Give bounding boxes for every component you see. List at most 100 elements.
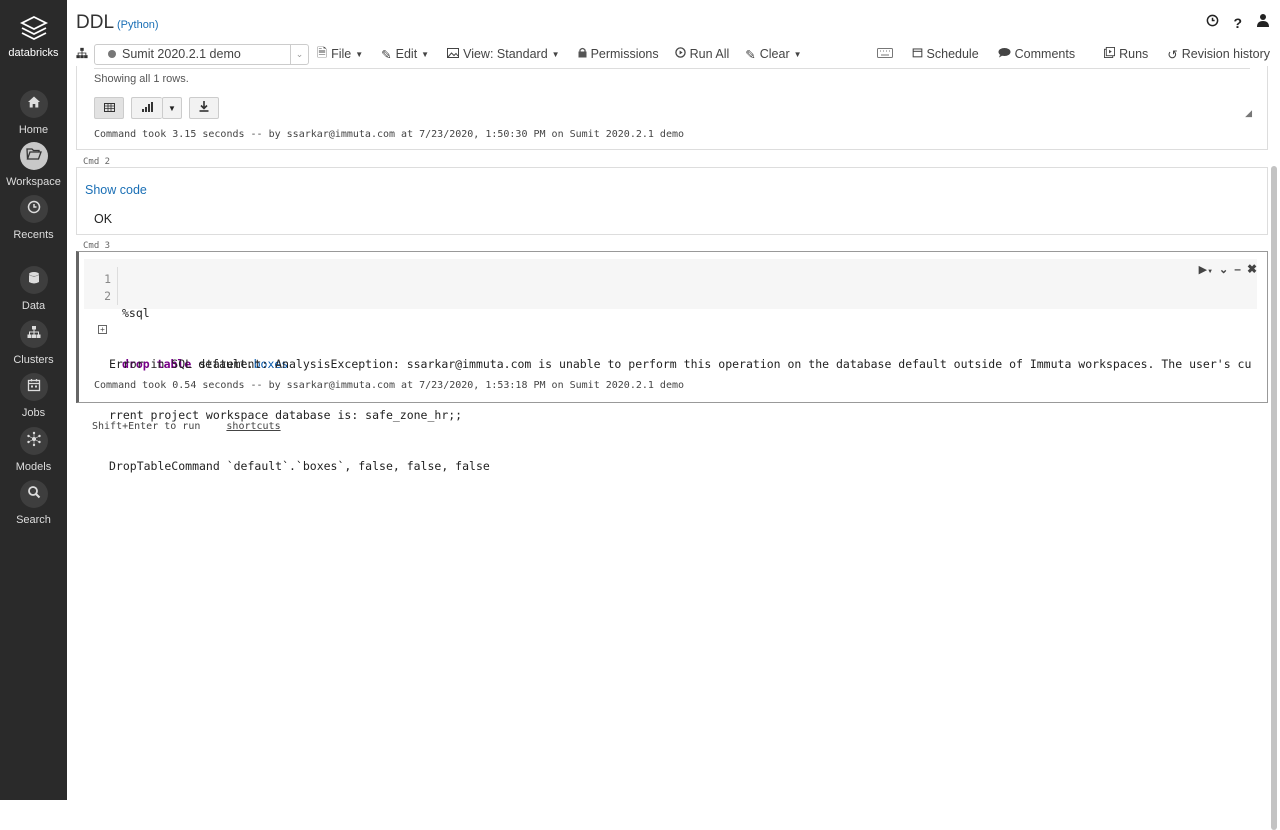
chart-view-button[interactable] bbox=[131, 97, 162, 119]
error-line: DropTableCommand `default`.`boxes`, fals… bbox=[109, 458, 1251, 475]
cluster-name: Sumit 2020.2.1 demo bbox=[122, 47, 241, 61]
run-hint-text: Shift+Enter to run bbox=[92, 421, 200, 432]
schedule-label: Schedule bbox=[927, 47, 979, 61]
sidebar-item-label: Clusters bbox=[0, 354, 67, 366]
databricks-logo-icon bbox=[19, 14, 49, 44]
view-menu-button[interactable]: View: Standard▼ bbox=[447, 47, 559, 61]
sidebar-item-label: Recents bbox=[0, 229, 67, 241]
download-button[interactable] bbox=[189, 97, 219, 119]
notebook-title[interactable]: DDL(Python) bbox=[76, 12, 159, 34]
clock-icon bbox=[27, 200, 41, 219]
result-view-buttons: ▼ bbox=[94, 97, 219, 119]
table-view-button[interactable] bbox=[94, 97, 124, 119]
calendar-icon bbox=[912, 47, 923, 61]
models-icon bbox=[26, 431, 42, 452]
file-menu-button[interactable]: 🗎File▼ bbox=[317, 44, 363, 65]
comments-label: Comments bbox=[1015, 47, 1075, 61]
runs-button[interactable]: Runs bbox=[1104, 47, 1148, 61]
line-numbers: 1 2 bbox=[84, 271, 111, 305]
lock-icon bbox=[578, 47, 587, 61]
history-clock-icon[interactable] bbox=[1206, 14, 1219, 32]
sidebar-item-label: Home bbox=[0, 124, 67, 136]
cell-2[interactable]: Show code OK bbox=[76, 167, 1268, 235]
sidebar-item-home[interactable]: Home bbox=[0, 90, 67, 136]
command-took-text: Command took 0.54 seconds -- by ssarkar@… bbox=[94, 380, 684, 391]
sidebar-item-label: Jobs bbox=[0, 407, 67, 419]
run-cell-icon[interactable]: ▶▼ bbox=[1199, 263, 1213, 276]
edit-menu-button[interactable]: ✎ Edit▼ bbox=[381, 47, 429, 62]
home-icon bbox=[27, 95, 41, 114]
caret-down-icon: ▼ bbox=[794, 50, 802, 59]
show-code-link[interactable]: Show code bbox=[85, 183, 147, 197]
clear-label: Clear bbox=[760, 47, 790, 61]
vertical-scrollbar[interactable] bbox=[1271, 166, 1277, 830]
databricks-logo[interactable]: databricks bbox=[0, 14, 67, 59]
toolbar-right: Schedule Comments Runs ↺Revision history bbox=[877, 47, 1270, 62]
schedule-button[interactable]: Schedule bbox=[912, 47, 979, 61]
sidebar-item-jobs[interactable]: Jobs bbox=[0, 373, 67, 419]
code-line-1: %sql bbox=[122, 305, 288, 322]
permissions-label: Permissions bbox=[591, 47, 659, 61]
comments-button[interactable]: Comments bbox=[998, 47, 1075, 61]
table-bottom-edge bbox=[94, 66, 1250, 69]
clear-menu-button[interactable]: ✎ Clear ▼ bbox=[745, 47, 801, 62]
sidebar-item-label: Search bbox=[0, 514, 67, 526]
chevron-down-icon[interactable]: ⌄ bbox=[1219, 263, 1228, 276]
logo-text: databricks bbox=[0, 47, 67, 59]
runs-icon bbox=[1104, 47, 1115, 61]
download-icon bbox=[199, 99, 209, 117]
error-line: Error in SQL statement: AnalysisExceptio… bbox=[109, 356, 1251, 373]
minimize-icon[interactable]: – bbox=[1234, 262, 1241, 276]
expand-error-icon[interactable]: + bbox=[98, 325, 107, 334]
cell-actions: ▶▼ ⌄ – ✖ bbox=[1199, 262, 1257, 276]
cell-output: OK bbox=[94, 212, 112, 226]
sidebar-item-label: Data bbox=[0, 300, 67, 312]
cluster-selector[interactable]: Sumit 2020.2.1 demo ⌄ bbox=[94, 44, 309, 65]
comments-icon bbox=[998, 47, 1011, 61]
sidebar-item-search[interactable]: Search bbox=[0, 480, 67, 526]
help-icon[interactable]: ? bbox=[1233, 15, 1242, 31]
bar-chart-icon bbox=[142, 99, 153, 117]
sidebar-item-workspace[interactable]: Workspace bbox=[0, 142, 67, 188]
sidebar-item-models[interactable]: Models bbox=[0, 427, 67, 473]
caret-down-icon: ▼ bbox=[168, 104, 176, 113]
run-all-button[interactable]: Run All bbox=[675, 47, 730, 61]
chevron-down-icon[interactable]: ⌄ bbox=[290, 45, 308, 64]
play-circle-icon bbox=[675, 47, 686, 61]
caret-down-icon: ▼ bbox=[421, 50, 429, 59]
search-icon bbox=[27, 485, 41, 504]
cell-3[interactable]: 1 2 %sql drop table default.boxes ▶▼ ⌄ –… bbox=[76, 251, 1268, 403]
history-icon: ↺ bbox=[1167, 47, 1177, 62]
cluster-icon bbox=[27, 325, 41, 344]
cluster-tree-icon bbox=[76, 47, 88, 62]
edit-label: Edit bbox=[396, 47, 418, 61]
cell-1[interactable]: Showing all 1 rows. ▼ ◢ Command took 3.1… bbox=[76, 66, 1268, 150]
resize-handle-icon[interactable]: ◢ bbox=[1245, 108, 1252, 119]
edit-icon: ✎ bbox=[381, 47, 391, 62]
eraser-icon: ✎ bbox=[745, 47, 755, 62]
database-icon bbox=[28, 271, 40, 290]
notebook-language: (Python) bbox=[117, 19, 159, 31]
gutter-divider bbox=[117, 267, 118, 305]
run-hint: Shift+Enter to run shortcuts bbox=[92, 421, 281, 432]
permissions-button[interactable]: Permissions bbox=[578, 47, 659, 61]
close-icon[interactable]: ✖ bbox=[1247, 262, 1257, 276]
calendar-icon bbox=[27, 378, 41, 397]
revision-history-button[interactable]: ↺Revision history bbox=[1167, 47, 1270, 62]
user-icon[interactable] bbox=[1256, 13, 1270, 32]
image-icon bbox=[447, 47, 459, 61]
cmd-label: Cmd 3 bbox=[83, 241, 110, 251]
keyboard-icon[interactable] bbox=[877, 47, 893, 61]
runs-label: Runs bbox=[1119, 47, 1148, 61]
table-icon bbox=[104, 99, 115, 117]
folder-icon bbox=[26, 147, 42, 166]
line-number: 2 bbox=[84, 288, 111, 305]
sidebar-item-recents[interactable]: Recents bbox=[0, 195, 67, 241]
code-editor[interactable]: 1 2 %sql drop table default.boxes ▶▼ ⌄ –… bbox=[84, 259, 1257, 309]
shortcuts-link[interactable]: shortcuts bbox=[226, 421, 280, 432]
sidebar-item-data[interactable]: Data bbox=[0, 266, 67, 312]
notebook-header: DDL(Python) ? Sumit 2020.2.1 demo ⌄ 🗎Fil… bbox=[67, 0, 1280, 66]
caret-down-icon: ▼ bbox=[552, 50, 560, 59]
chart-options-dropdown[interactable]: ▼ bbox=[162, 97, 182, 119]
sidebar-item-clusters[interactable]: Clusters bbox=[0, 320, 67, 366]
